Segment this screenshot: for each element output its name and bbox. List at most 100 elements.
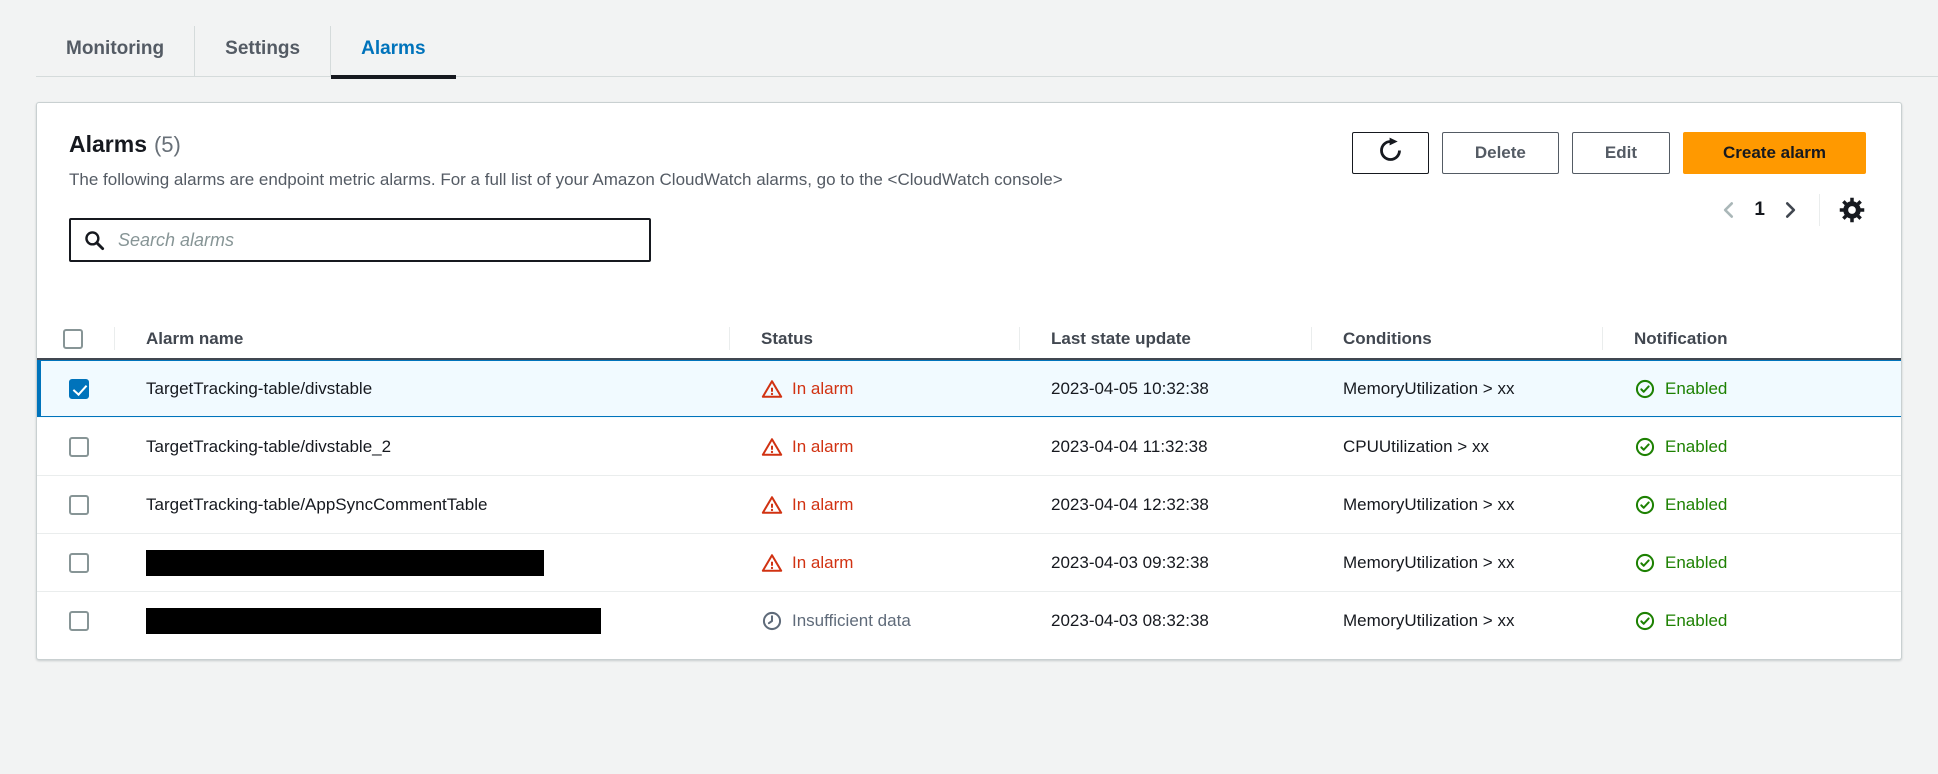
status-icon — [761, 436, 783, 458]
tab-alarms[interactable]: Alarms — [330, 26, 456, 79]
status-text: In alarm — [792, 378, 854, 398]
check-circle-icon — [1634, 610, 1656, 632]
status-cell: In alarm — [729, 378, 1019, 400]
check-circle-icon — [1634, 378, 1656, 400]
pagination: 1 — [1718, 194, 1866, 226]
condition-text: MemoryUtilization > xx — [1343, 611, 1515, 630]
pagination-divider — [1819, 194, 1820, 226]
panel-title: Alarms — [69, 131, 147, 157]
refresh-icon — [1377, 137, 1404, 169]
search-input[interactable] — [116, 220, 649, 260]
last-state-update: 2023-04-04 12:32:38 — [1051, 494, 1209, 514]
column-header-status[interactable]: Status — [729, 319, 1019, 358]
notification-cell: Enabled — [1602, 436, 1901, 458]
notification-cell: Enabled — [1602, 378, 1901, 400]
check-circle-icon — [1634, 552, 1656, 574]
status-text: Insufficient data — [792, 611, 911, 630]
condition-text: CPUUtilization > xx — [1343, 436, 1489, 456]
create-alarm-button[interactable]: Create alarm — [1682, 132, 1866, 174]
table-row[interactable]: TargetTracking-table/divstable_2 In alar… — [37, 418, 1901, 476]
status-icon — [761, 610, 783, 632]
page: Monitoring Settings Alarms Alarms (5) The… — [0, 26, 1938, 660]
condition-text: MemoryUtilization > xx — [1343, 552, 1515, 572]
last-state-update: 2023-04-03 08:32:38 — [1051, 611, 1209, 630]
last-state-update-cell: 2023-04-05 10:32:38 — [1019, 379, 1311, 399]
row-checkbox-cell — [37, 611, 114, 631]
tab-monitoring[interactable]: Monitoring — [36, 26, 194, 76]
status-text: In alarm — [792, 436, 854, 456]
action-buttons: Delete Edit Create alarm — [1351, 132, 1866, 174]
conditions-cell: MemoryUtilization > xx — [1311, 495, 1602, 515]
row-checkbox-cell — [37, 494, 114, 515]
alarm-name: TargetTracking-table/AppSyncCommentTable — [146, 494, 488, 514]
row-checkbox[interactable] — [69, 436, 89, 457]
status-text: In alarm — [792, 552, 854, 572]
chevron-left-icon[interactable] — [1718, 199, 1740, 221]
row-checkbox-cell — [37, 436, 114, 457]
notification-text: Enabled — [1665, 436, 1728, 456]
row-checkbox[interactable] — [69, 611, 89, 631]
notification-text: Enabled — [1665, 611, 1728, 630]
row-checkbox[interactable] — [69, 378, 89, 399]
status-icon — [761, 378, 783, 400]
status-text: In alarm — [792, 494, 854, 514]
redaction-bar — [146, 549, 544, 576]
condition-text: MemoryUtilization > xx — [1343, 378, 1515, 398]
tab-bar: Monitoring Settings Alarms — [36, 26, 1938, 79]
alarm-name-cell: TargetTracking-table/AppSyncCommentTable — [114, 495, 729, 515]
panel-header-left: Alarms (5) The following alarms are endpo… — [69, 103, 1063, 262]
row-checkbox[interactable] — [69, 494, 89, 515]
column-header-notification[interactable]: Notification — [1602, 319, 1901, 358]
alarms-panel: Alarms (5) The following alarms are endpo… — [36, 102, 1902, 660]
last-state-update-cell: 2023-04-04 12:32:38 — [1019, 495, 1311, 515]
notification-cell: Enabled — [1602, 552, 1901, 574]
table-row[interactable]: TargetTracking-table/divstable In alarm … — [37, 360, 1901, 418]
row-checkbox-cell — [37, 378, 114, 399]
status-cell: In alarm — [729, 552, 1019, 574]
last-state-update-cell: 2023-04-04 11:32:38 — [1019, 437, 1311, 457]
edit-button[interactable]: Edit — [1571, 132, 1670, 174]
chevron-right-icon[interactable] — [1779, 199, 1801, 221]
last-state-update: 2023-04-05 10:32:38 — [1051, 378, 1209, 398]
column-header-alarm-name[interactable]: Alarm name — [114, 319, 729, 358]
conditions-cell: CPUUtilization > xx — [1311, 437, 1602, 457]
alarms-table: Alarm name Status Last state update Cond… — [37, 319, 1901, 659]
alarm-name: TargetTracking-table/divstable — [146, 378, 373, 398]
notification-text: Enabled — [1665, 378, 1728, 398]
column-header-last-state-update[interactable]: Last state update — [1019, 319, 1311, 358]
tab-settings[interactable]: Settings — [194, 26, 330, 76]
conditions-cell: MemoryUtilization > xx — [1311, 379, 1602, 399]
table-header-row: Alarm name Status Last state update Cond… — [37, 319, 1901, 360]
alarm-count-badge: (5) — [153, 132, 181, 157]
table-row[interactable]: Insufficient data 2023-04-03 08:32:38 Me… — [37, 592, 1901, 650]
check-circle-icon — [1634, 436, 1656, 458]
select-all-checkbox[interactable] — [63, 328, 83, 349]
status-icon — [761, 494, 783, 516]
check-circle-icon — [1634, 494, 1656, 516]
search-icon — [83, 229, 106, 252]
header-checkbox-cell — [37, 319, 114, 358]
status-cell: In alarm — [729, 494, 1019, 516]
search-box — [69, 218, 651, 262]
last-state-update-cell: 2023-04-03 09:32:38 — [1019, 553, 1311, 573]
table-row[interactable]: In alarm 2023-04-03 09:32:38 MemoryUtili… — [37, 534, 1901, 592]
refresh-button[interactable] — [1351, 132, 1429, 174]
condition-text: MemoryUtilization > xx — [1343, 494, 1515, 514]
conditions-cell: MemoryUtilization > xx — [1311, 611, 1602, 631]
panel-header-right: Delete Edit Create alarm 1 — [1351, 103, 1866, 262]
redaction-bar — [146, 608, 601, 634]
status-cell: Insufficient data — [729, 610, 1019, 632]
delete-button[interactable]: Delete — [1441, 132, 1559, 174]
column-header-conditions[interactable]: Conditions — [1311, 319, 1602, 358]
alarm-name: TargetTracking-table/divstable_2 — [146, 436, 392, 456]
notification-cell: Enabled — [1602, 610, 1901, 632]
gear-icon[interactable] — [1838, 196, 1866, 224]
current-page[interactable]: 1 — [1754, 199, 1765, 221]
table-row[interactable]: TargetTracking-table/AppSyncCommentTable… — [37, 476, 1901, 534]
notification-text: Enabled — [1665, 552, 1728, 572]
row-checkbox[interactable] — [69, 552, 89, 573]
last-state-update: 2023-04-03 09:32:38 — [1051, 552, 1209, 572]
notification-cell: Enabled — [1602, 494, 1901, 516]
row-checkbox-cell — [37, 552, 114, 573]
notification-text: Enabled — [1665, 494, 1728, 514]
